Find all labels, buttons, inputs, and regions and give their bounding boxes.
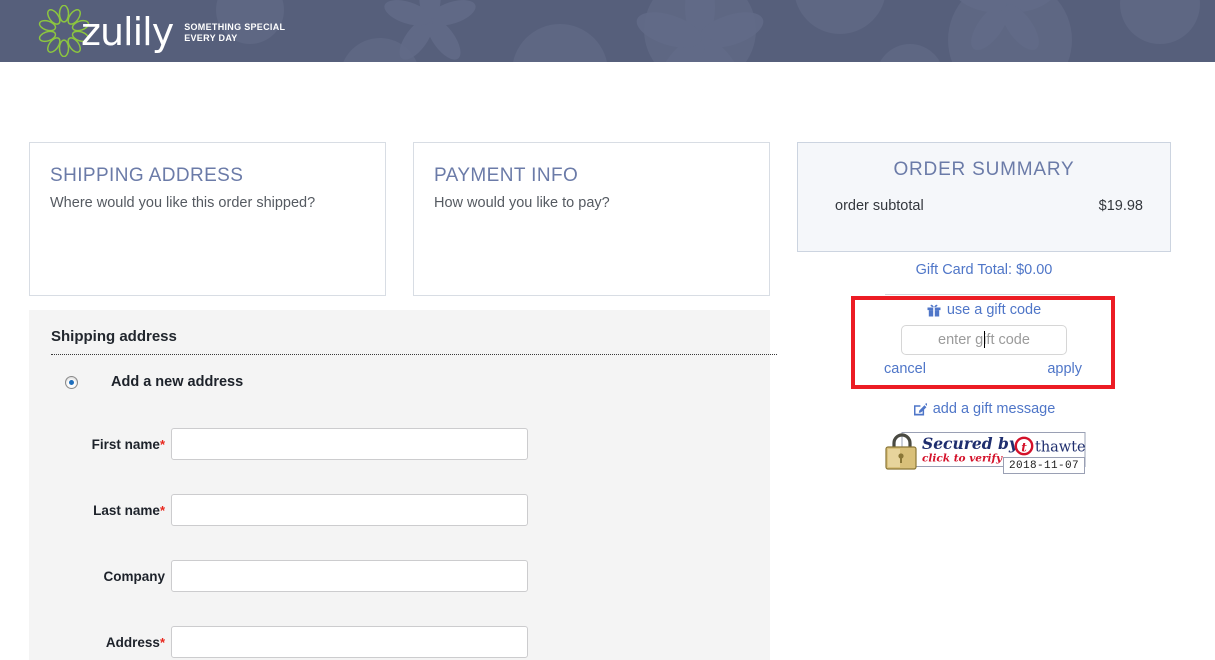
add-gift-message-link[interactable]: add a gift message <box>797 401 1171 417</box>
apply-gift-code-button[interactable]: apply <box>1047 361 1082 377</box>
svg-text:Secured by: Secured by <box>922 434 1019 453</box>
pencil-square-icon <box>913 403 927 416</box>
shipping-address-form: Shipping address Add a new address First… <box>29 310 777 660</box>
cancel-gift-code-button[interactable]: cancel <box>884 361 926 377</box>
order-subtotal-value: $19.98 <box>1098 198 1143 214</box>
order-summary-panel: ORDER SUMMARY order subtotal $19.98 <box>797 142 1171 252</box>
payment-info-card[interactable]: PAYMENT INFO How would you like to pay? <box>413 142 770 296</box>
payment-info-card-subtitle: How would you like to pay? <box>434 195 610 211</box>
address-input[interactable] <box>171 626 528 658</box>
company-label: Company <box>51 569 171 584</box>
first-name-required-marker: * <box>159 436 165 452</box>
order-summary-title: ORDER SUMMARY <box>893 159 1075 180</box>
last-name-label-text: Last name <box>93 502 160 518</box>
gift-section-divider <box>885 294 1080 295</box>
gift-icon <box>927 304 941 317</box>
header-content: zulily SOMETHING SPECIAL EVERY DAY <box>0 0 1215 62</box>
payment-info-card-title: PAYMENT INFO <box>434 165 579 186</box>
gift-card-total: Gift Card Total: $0.00 <box>915 262 1053 278</box>
last-name-required-marker: * <box>159 502 165 518</box>
use-gift-code-label: use a gift code <box>946 302 1042 318</box>
shipping-address-card-subtitle: Where would you like this order shipped? <box>50 195 316 211</box>
tagline-line-2: EVERY DAY <box>184 33 238 43</box>
svg-text:click to verify: click to verify <box>922 453 1003 465</box>
last-name-input[interactable] <box>171 494 528 526</box>
form-heading-divider <box>51 354 777 355</box>
zulily-logo[interactable]: zulily SOMETHING SPECIAL EVERY DAY <box>38 5 285 57</box>
field-row-first-name: First name* <box>51 411 748 477</box>
address-required-marker: * <box>159 634 165 650</box>
text-cursor <box>984 331 985 348</box>
first-name-label-text: First name <box>91 436 160 452</box>
shipping-form-heading: Shipping address <box>51 328 177 345</box>
svg-text:t: t <box>1021 441 1027 455</box>
first-name-input[interactable] <box>171 428 528 460</box>
add-new-address-label: Add a new address <box>111 374 244 390</box>
thawte-badge-date: 2018-11-07 <box>1003 457 1085 474</box>
zulily-wordmark: zulily <box>81 10 174 54</box>
address-label-text: Address <box>105 634 160 650</box>
site-header: zulily SOMETHING SPECIAL EVERY DAY <box>0 0 1215 62</box>
order-subtotal-row: order subtotal $19.98 <box>798 181 1170 214</box>
add-new-address-option[interactable]: Add a new address <box>51 369 748 395</box>
tagline-line-1: SOMETHING SPECIAL <box>184 22 286 32</box>
svg-text:thawte: thawte <box>1035 440 1086 456</box>
use-gift-code-link[interactable]: use a gift code <box>797 302 1171 318</box>
last-name-label: Last name* <box>51 503 171 518</box>
company-input[interactable] <box>171 560 528 592</box>
field-row-company: Company <box>51 543 748 609</box>
field-row-address: Address* <box>51 609 748 660</box>
order-subtotal-label: order subtotal <box>835 198 924 214</box>
add-gift-message-label: add a gift message <box>932 401 1056 417</box>
zulily-tagline: SOMETHING SPECIAL EVERY DAY <box>184 22 285 44</box>
gift-code-actions: cancel apply <box>884 361 1082 377</box>
company-label-text: Company <box>103 568 165 584</box>
address-label: Address* <box>51 635 171 650</box>
add-new-address-radio[interactable] <box>65 375 78 389</box>
field-row-last-name: Last name* <box>51 477 748 543</box>
shipping-address-card[interactable]: SHIPPING ADDRESS Where would you like th… <box>29 142 386 296</box>
shipping-address-card-title: SHIPPING ADDRESS <box>50 165 244 186</box>
first-name-label: First name* <box>51 437 171 452</box>
